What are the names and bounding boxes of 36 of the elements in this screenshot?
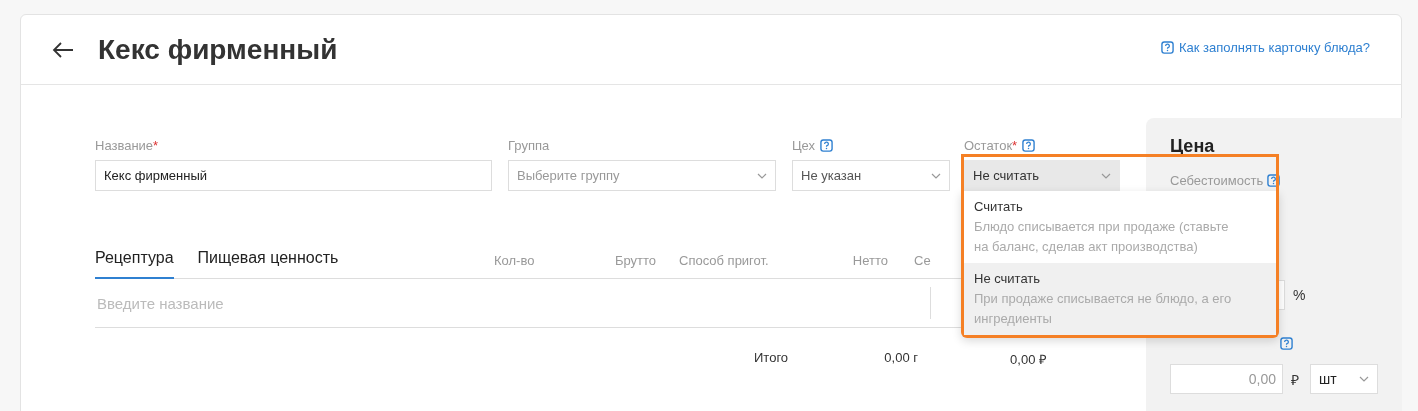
chevron-down-icon xyxy=(1101,172,1111,179)
cost-label: Себестоимость xyxy=(1170,173,1264,188)
total-label: Итого xyxy=(754,350,790,367)
help-icon[interactable] xyxy=(1267,174,1281,187)
dropdown-option[interactable]: Считать Блюдо списывается при продаже (ставьте на баланс, сделав акт производства) xyxy=(964,191,1276,263)
help-icon[interactable] xyxy=(820,138,834,152)
select-field[interactable]: Не указан xyxy=(792,160,950,191)
help-icon[interactable] xyxy=(1280,337,1293,350)
field-label: Цех xyxy=(792,137,816,153)
column-header: Нетто xyxy=(851,253,888,270)
select-field[interactable]: Не считать xyxy=(964,160,1120,191)
help-link[interactable]: Как заполнять карточку блюда? xyxy=(1161,40,1370,55)
field-label: Группа xyxy=(508,137,550,153)
unit-select[interactable]: шт xyxy=(1310,364,1378,394)
field-label: Название* xyxy=(95,137,159,153)
column-header: Кол-во xyxy=(494,253,536,270)
column-header: Способ пригот. xyxy=(679,253,770,270)
chevron-down-icon xyxy=(757,172,767,179)
column-header: Се xyxy=(914,253,932,270)
help-icon[interactable] xyxy=(1022,138,1036,152)
page-title: Кекс фирменный xyxy=(98,33,338,66)
chevron-down-icon xyxy=(1359,376,1369,382)
currency-sign: ₽ xyxy=(1291,370,1299,389)
tab[interactable]: Пищевая ценность xyxy=(197,249,339,279)
column-header: Брутто xyxy=(613,253,656,270)
dropdown-option[interactable]: Не считать При продаже списывается не блюдо, а его ингредиенты xyxy=(964,263,1276,335)
percent-sign: % xyxy=(1293,287,1306,303)
tab[interactable]: Рецептура xyxy=(95,249,174,279)
total-cost: 0,00 ₽ xyxy=(1009,351,1047,368)
field-label: Остаток* xyxy=(964,137,1018,153)
total-weight: 0,00 г xyxy=(883,350,918,367)
back-arrow-icon[interactable] xyxy=(52,41,74,58)
chevron-down-icon xyxy=(931,172,941,179)
price-title: Цена xyxy=(1170,136,1216,157)
name-input[interactable]: Кекс фирменный xyxy=(95,160,492,191)
help-icon xyxy=(1161,41,1174,54)
